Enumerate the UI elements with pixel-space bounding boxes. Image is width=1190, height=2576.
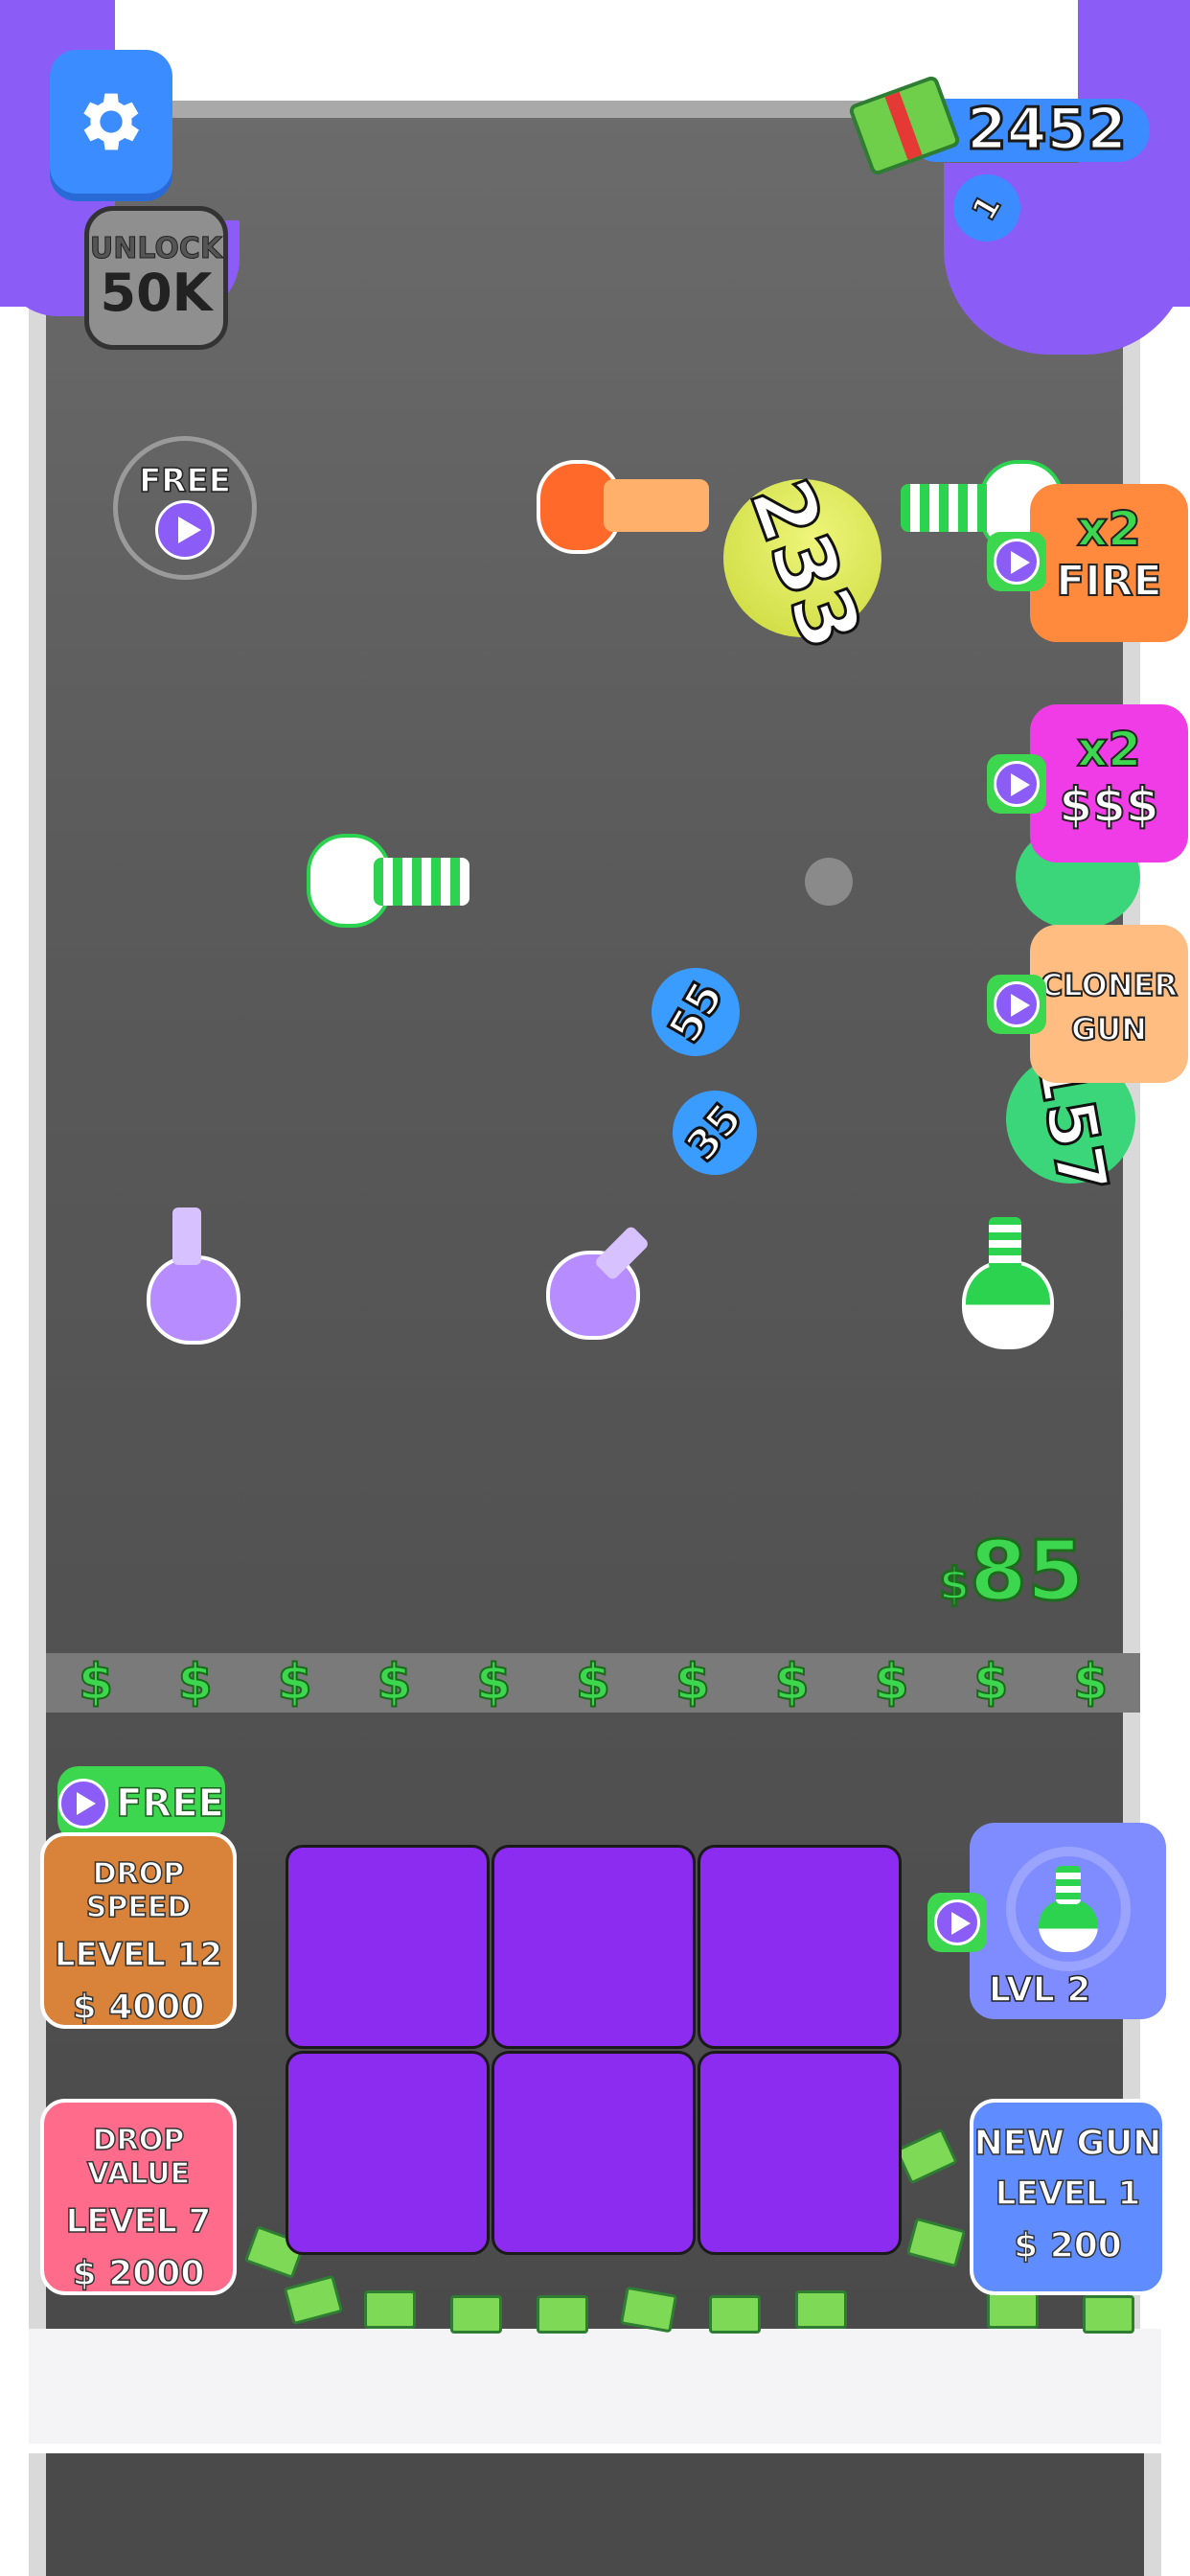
play-icon xyxy=(58,1779,109,1828)
booster-multiplier: x2 xyxy=(1076,500,1142,558)
drop-value-price: $ 2000 xyxy=(72,2253,205,2294)
merge-grid xyxy=(286,1845,904,2257)
green-turret xyxy=(958,1217,1054,1349)
grid-slot[interactable] xyxy=(492,2051,696,2255)
booster-label: $$$ xyxy=(1058,776,1159,834)
cash-stack xyxy=(1083,2295,1134,2334)
play-icon xyxy=(994,761,1040,807)
play-icon xyxy=(155,500,215,560)
lane-dollar: $ xyxy=(873,1653,909,1713)
unlock-button[interactable]: UNLOCK 50K xyxy=(84,206,228,350)
earn-symbol: $ xyxy=(937,1557,971,1612)
booster-cash-ad[interactable] xyxy=(987,754,1046,814)
new-gun-price: $ 200 xyxy=(1013,2225,1122,2266)
grid-slot[interactable] xyxy=(286,2051,490,2255)
gun-level-button[interactable]: LVL 2 xyxy=(970,1823,1166,2019)
play-icon xyxy=(994,981,1040,1027)
lane-dollar: $ xyxy=(675,1653,711,1713)
new-gun-level: LEVEL 1 xyxy=(995,2174,1141,2214)
booster-fire-ad[interactable] xyxy=(987,532,1046,591)
purple-turret-center xyxy=(541,1225,656,1342)
lane-dollar: $ xyxy=(575,1653,611,1713)
grid-slot[interactable] xyxy=(286,1845,490,2049)
lane-dollar: $ xyxy=(773,1653,810,1713)
purple-turret-left xyxy=(139,1208,240,1345)
booster-x2-fire[interactable]: x2 FIRE xyxy=(1030,484,1188,642)
booster-x2-cash[interactable]: x2 $$$ xyxy=(1030,704,1188,862)
play-icon xyxy=(994,539,1040,585)
booster-cloner-ad[interactable] xyxy=(987,975,1046,1034)
lane-dollar: $ xyxy=(376,1653,412,1713)
new-gun-title: NEW GUN xyxy=(973,2123,1162,2164)
grid-slot[interactable] xyxy=(492,1845,696,2049)
grid-slot[interactable] xyxy=(698,1845,902,2049)
free-reward-button[interactable]: FREE xyxy=(113,436,257,580)
earn-popup: $85 xyxy=(937,1523,1087,1622)
gear-icon xyxy=(83,93,139,150)
new-gun-button[interactable]: NEW GUN LEVEL 1 $ 200 xyxy=(970,2099,1166,2295)
drop-speed-button[interactable]: DROP SPEED LEVEL 12 $ 4000 xyxy=(40,1832,237,2029)
cash-stack xyxy=(450,2295,502,2334)
lane-dollar: $ xyxy=(78,1653,114,1713)
free-upgrade-button[interactable]: FREE xyxy=(57,1766,225,1841)
lane-dollar: $ xyxy=(276,1653,312,1713)
cash-stack xyxy=(795,2290,847,2329)
drop-speed-level: LEVEL 12 xyxy=(54,1935,223,1975)
lower-arena xyxy=(29,2453,1161,2576)
free-reward-label: FREE xyxy=(138,461,231,501)
green-turret-icon xyxy=(1039,1866,1098,1952)
gun-level-label: LVL 2 xyxy=(988,1969,1091,2011)
lane-dollar: $ xyxy=(973,1653,1009,1713)
lane-dollar: $ xyxy=(177,1653,214,1713)
grid-slot[interactable] xyxy=(698,2051,902,2255)
drop-value-level: LEVEL 7 xyxy=(65,2201,212,2242)
gun-level-ad[interactable] xyxy=(927,1893,987,1952)
green-gun-middle xyxy=(307,834,469,930)
dollar-lane: $ $ $ $ $ $ $ $ $ $ $ xyxy=(46,1653,1140,1713)
booster-multiplier: x2 xyxy=(1076,721,1142,778)
cash-stack xyxy=(364,2290,416,2329)
booster-label: FIRE xyxy=(1055,556,1162,607)
drop-marker xyxy=(805,858,853,906)
cash-stack xyxy=(987,2290,1039,2329)
lane-dollar: $ xyxy=(475,1653,512,1713)
settings-button[interactable] xyxy=(50,50,172,194)
lane-dollar: $ xyxy=(1072,1653,1109,1713)
cash-stack xyxy=(537,2295,588,2334)
unlock-cost: 50K xyxy=(100,263,213,323)
fire-gun xyxy=(537,450,719,556)
play-icon xyxy=(934,1899,980,1945)
unlock-label: UNLOCK xyxy=(89,232,223,266)
drop-value-button[interactable]: DROP VALUE LEVEL 7 $ 2000 xyxy=(40,2099,237,2295)
drop-value-title: DROP VALUE xyxy=(86,2123,191,2192)
earn-value: 85 xyxy=(969,1523,1087,1622)
booster-label-bottom: GUN xyxy=(1070,1010,1148,1048)
drop-speed-price: $ 4000 xyxy=(72,1987,205,2028)
free-upgrade-label: FREE xyxy=(115,1781,224,1827)
booster-label-top: CLONER xyxy=(1040,966,1179,1004)
drop-speed-title: DROP SPEED xyxy=(85,1856,192,1925)
cash-stack xyxy=(709,2295,761,2334)
booster-cloner-gun[interactable]: CLONER GUN xyxy=(1030,925,1188,1083)
cash-amount: 2452 xyxy=(966,95,1129,165)
floor-strip xyxy=(29,2329,1161,2444)
